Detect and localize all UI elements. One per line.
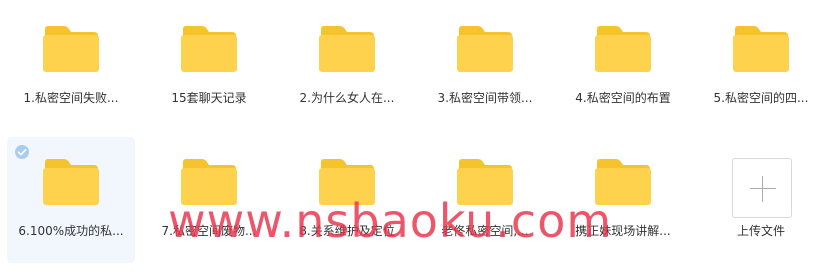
file-name[interactable]: 8.关系维护及定位 [283, 223, 411, 239]
file-name[interactable]: 2.为什么女人在... [283, 90, 411, 106]
file-item-5[interactable]: 4.私密空间的布置 [559, 4, 687, 130]
folder-icon [456, 25, 514, 73]
file-name[interactable]: 老佟私密空间,... [421, 223, 549, 239]
file-item-4[interactable]: 3.私密空间带领... [421, 4, 549, 130]
check-icon[interactable] [15, 145, 29, 159]
file-item-11[interactable]: 携正妹现场讲解... [559, 137, 687, 263]
folder-icon [180, 25, 238, 73]
file-item-8[interactable]: 7.私密空间废物... [145, 137, 273, 263]
file-name[interactable]: 1.私密空间失败... [7, 90, 135, 106]
upload-button[interactable] [732, 158, 792, 218]
folder-icon [42, 158, 100, 206]
folder-icon [456, 158, 514, 206]
file-item-6[interactable]: 5.私密空间的四... [697, 4, 823, 130]
folder-icon [594, 25, 652, 73]
upload-tile[interactable]: 上传文件 [697, 137, 823, 263]
folder-icon [732, 25, 790, 73]
plus-icon [750, 188, 776, 189]
folder-icon [318, 25, 376, 73]
file-item-7[interactable]: 6.100%成功的私... [7, 137, 135, 263]
file-name[interactable]: 6.100%成功的私... [7, 223, 135, 239]
file-item-1[interactable]: 1.私密空间失败... [7, 4, 135, 130]
file-item-9[interactable]: 8.关系维护及定位 [283, 137, 411, 263]
file-name[interactable]: 4.私密空间的布置 [559, 90, 687, 106]
upload-label[interactable]: 上传文件 [697, 223, 823, 239]
file-item-10[interactable]: 老佟私密空间,... [421, 137, 549, 263]
file-name[interactable]: 15套聊天记录 [145, 90, 273, 106]
folder-icon [180, 158, 238, 206]
file-name[interactable]: 携正妹现场讲解... [559, 223, 687, 239]
file-item-2[interactable]: 15套聊天记录 [145, 4, 273, 130]
folder-icon [594, 158, 652, 206]
plus-icon [762, 176, 763, 202]
folder-icon [318, 158, 376, 206]
file-name[interactable]: 7.私密空间废物... [145, 223, 273, 239]
file-name[interactable]: 5.私密空间的四... [697, 90, 823, 106]
folder-icon [42, 25, 100, 73]
file-name[interactable]: 3.私密空间带领... [421, 90, 549, 106]
file-item-3[interactable]: 2.为什么女人在... [283, 4, 411, 130]
